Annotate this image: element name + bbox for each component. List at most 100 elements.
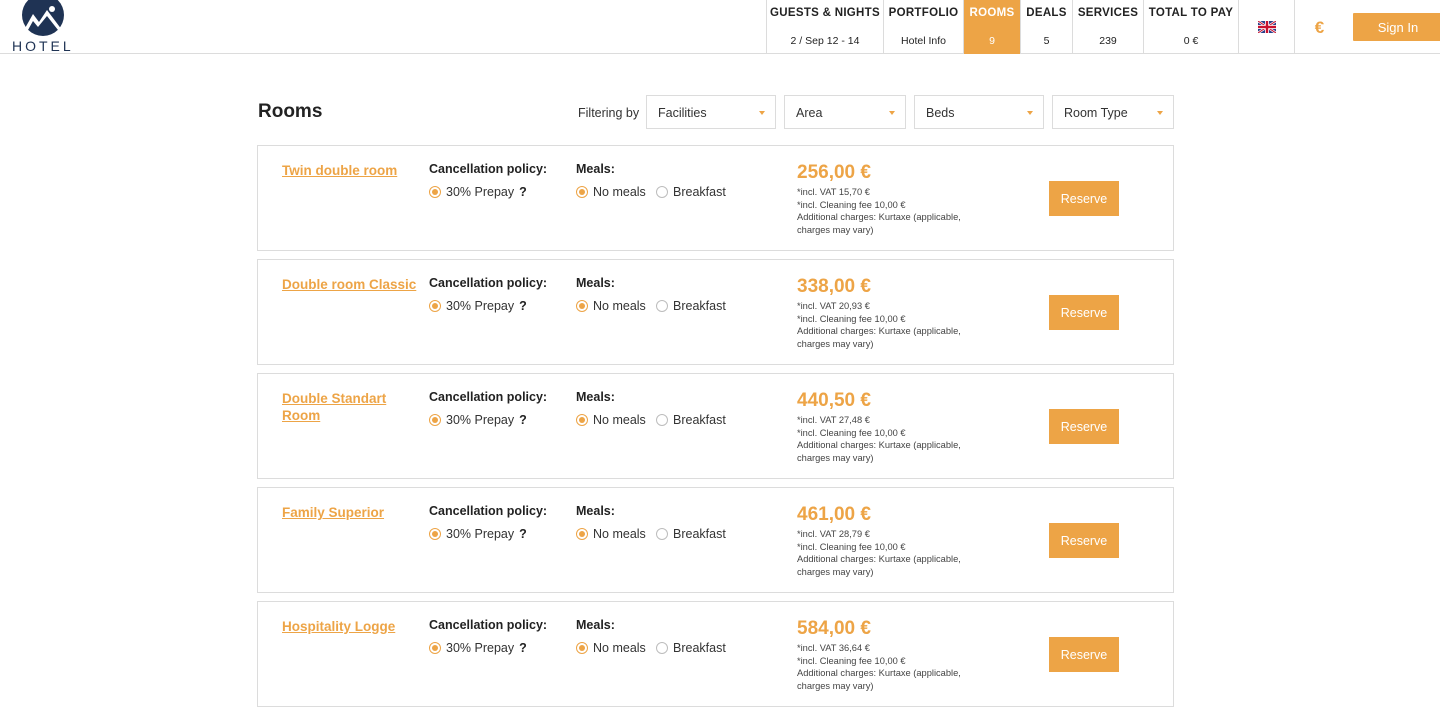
nav-portfolio[interactable]: PORTFOLIO Hotel Info (883, 0, 963, 54)
radio-selected[interactable] (576, 642, 588, 654)
radio-unselected[interactable] (656, 528, 668, 540)
cancellation-policy-label: Cancellation policy: (429, 618, 548, 632)
additional-charges-text: Additional charges: Kurtaxe (applicable,… (797, 326, 961, 349)
chevron-down-icon (1027, 111, 1033, 115)
reserve-button[interactable]: Reserve (1049, 409, 1119, 444)
prepay-label: 30% Prepay (446, 641, 515, 655)
radio-selected[interactable] (576, 528, 588, 540)
reserve-button[interactable]: Reserve (1049, 295, 1119, 330)
reserve-button[interactable]: Reserve (1049, 523, 1119, 558)
breakfast-label: Breakfast (673, 185, 726, 199)
radio-unselected[interactable] (656, 186, 668, 198)
vat-text: *incl. VAT 20,93 € (797, 301, 870, 311)
chevron-down-icon (889, 111, 895, 115)
prepay-option[interactable]: 30% Prepay? (429, 641, 527, 655)
nav-label: TOTAL TO PAY (1148, 7, 1234, 19)
breakfast-label: Breakfast (673, 641, 726, 655)
room-name-link[interactable]: Double Standart Room (282, 390, 417, 424)
nav-label: PORTFOLIO (888, 7, 959, 19)
no-meals-option[interactable]: No meals (576, 299, 646, 313)
no-meals-option[interactable]: No meals (576, 413, 646, 427)
radio-unselected[interactable] (656, 642, 668, 654)
hotel-logo[interactable]: HOTEL (10, 0, 80, 54)
room-name-link[interactable]: Twin double room (282, 162, 417, 179)
prepay-option[interactable]: 30% Prepay? (429, 527, 527, 541)
sign-in-button[interactable]: Sign In (1353, 13, 1440, 41)
cleaning-fee-text: *incl. Cleaning fee 10,00 € (797, 427, 906, 438)
room-price: 461,00 € (797, 504, 871, 525)
room-price: 256,00 € (797, 162, 871, 183)
cleaning-fee-text: *incl. Cleaning fee 10,00 € (797, 313, 906, 324)
filter-area-select[interactable]: Area (784, 95, 906, 129)
language-glyph (1239, 20, 1294, 38)
radio-selected[interactable] (429, 528, 441, 540)
radio-selected[interactable] (429, 186, 441, 198)
breakfast-option[interactable]: Breakfast (656, 527, 726, 541)
breakfast-option[interactable]: Breakfast (656, 185, 726, 199)
moon-mountain-icon (22, 0, 64, 36)
breakfast-option[interactable]: Breakfast (656, 641, 726, 655)
help-icon[interactable]: ? (519, 413, 527, 427)
radio-unselected[interactable] (656, 414, 668, 426)
filter-facilities-select[interactable]: Facilities (646, 95, 776, 129)
filter-room-type-select[interactable]: Room Type (1052, 95, 1174, 129)
breakfast-label: Breakfast (673, 527, 726, 541)
help-icon[interactable]: ? (519, 185, 527, 199)
no-meals-label: No meals (593, 527, 646, 541)
nav-rooms[interactable]: ROOMS 9 (963, 0, 1020, 54)
select-value: Room Type (1064, 106, 1128, 120)
reserve-button[interactable]: Reserve (1049, 637, 1119, 672)
radio-selected[interactable] (576, 186, 588, 198)
cancellation-policy-label: Cancellation policy: (429, 276, 548, 290)
cancellation-policy-label: Cancellation policy: (429, 162, 548, 176)
no-meals-label: No meals (593, 299, 646, 313)
breakfast-option[interactable]: Breakfast (656, 413, 726, 427)
room-name-link[interactable]: Double room Classic (282, 276, 417, 293)
prepay-label: 30% Prepay (446, 185, 515, 199)
nav-guests-nights[interactable]: GUESTS & NIGHTS 2 / Sep 12 - 14 (766, 0, 883, 54)
currency-selector[interactable]: € (1294, 0, 1344, 54)
prepay-label: 30% Prepay (446, 413, 515, 427)
breakfast-option[interactable]: Breakfast (656, 299, 726, 313)
radio-selected[interactable] (429, 642, 441, 654)
prepay-label: 30% Prepay (446, 527, 515, 541)
nav-value: 0 € (1183, 35, 1199, 47)
header-nav: GUESTS & NIGHTS 2 / Sep 12 - 14 PORTFOLI… (766, 0, 1344, 54)
radio-selected[interactable] (576, 414, 588, 426)
help-icon[interactable]: ? (519, 527, 527, 541)
radio-selected[interactable] (429, 414, 441, 426)
cancellation-policy-label: Cancellation policy: (429, 504, 548, 518)
help-icon[interactable]: ? (519, 299, 527, 313)
price-details: *incl. VAT 20,93 € *incl. Cleaning fee 1… (797, 300, 987, 350)
filter-beds-select[interactable]: Beds (914, 95, 1044, 129)
no-meals-option[interactable]: No meals (576, 185, 646, 199)
room-name-link[interactable]: Family Superior (282, 504, 417, 521)
euro-icon: € (1314, 18, 1325, 37)
top-header: HOTEL GUESTS & NIGHTS 2 / Sep 12 - 14 PO… (0, 0, 1440, 54)
prepay-option[interactable]: 30% Prepay? (429, 299, 527, 313)
room-card-double-room-classic: Double room Classic Cancellation policy:… (257, 259, 1174, 365)
meals-label: Meals: (576, 276, 615, 290)
prepay-option[interactable]: 30% Prepay? (429, 413, 527, 427)
nav-value: 239 (1099, 35, 1117, 47)
nav-total-to-pay[interactable]: TOTAL TO PAY 0 € (1143, 0, 1238, 54)
uk-flag-icon (1256, 20, 1277, 34)
no-meals-option[interactable]: No meals (576, 641, 646, 655)
help-icon[interactable]: ? (519, 641, 527, 655)
nav-deals[interactable]: DEALS 5 (1020, 0, 1072, 54)
no-meals-label: No meals (593, 413, 646, 427)
nav-value: 2 / Sep 12 - 14 (790, 35, 860, 47)
nav-services[interactable]: SERVICES 239 (1072, 0, 1143, 54)
radio-selected[interactable] (576, 300, 588, 312)
reserve-button[interactable]: Reserve (1049, 181, 1119, 216)
filter-label: Filtering by (578, 106, 640, 120)
radio-unselected[interactable] (656, 300, 668, 312)
room-card-twin-double-room: Twin double room Cancellation policy: 30… (257, 145, 1174, 251)
no-meals-option[interactable]: No meals (576, 527, 646, 541)
room-name-link[interactable]: Hospitality Logge (282, 618, 417, 635)
chevron-down-icon (1157, 111, 1163, 115)
prepay-option[interactable]: 30% Prepay? (429, 185, 527, 199)
language-selector[interactable] (1238, 0, 1294, 54)
price-details: *incl. VAT 27,48 € *incl. Cleaning fee 1… (797, 414, 987, 464)
radio-selected[interactable] (429, 300, 441, 312)
